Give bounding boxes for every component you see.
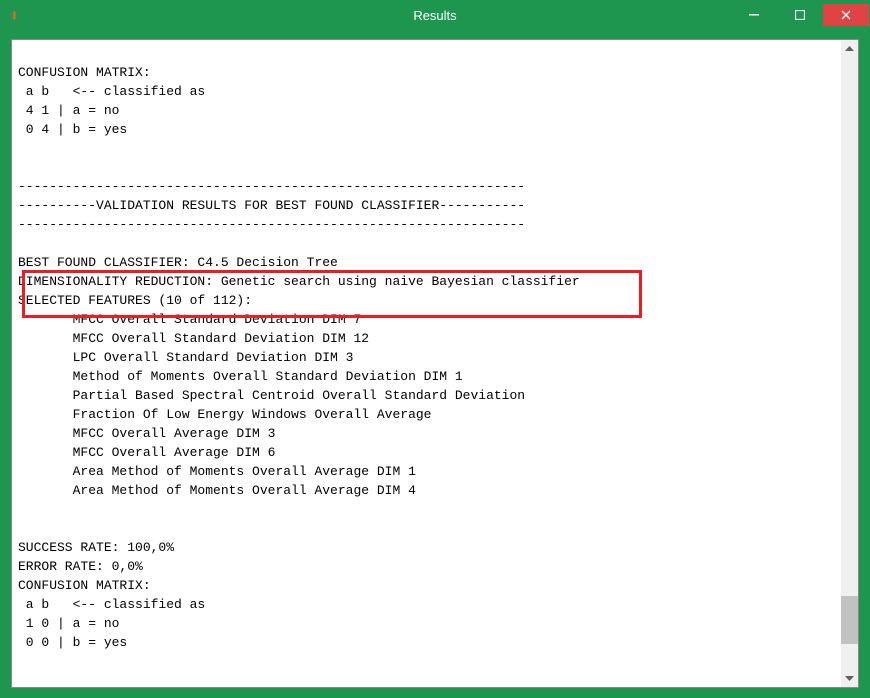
window-controls xyxy=(731,4,869,26)
maximize-button[interactable] xyxy=(777,4,823,26)
java-app-icon xyxy=(7,7,23,23)
scroll-down-button[interactable] xyxy=(841,670,858,687)
titlebar[interactable]: Results xyxy=(1,1,869,29)
scroll-up-button[interactable] xyxy=(841,40,858,57)
results-panel: CONFUSION MATRIX: a b <-- classified as … xyxy=(11,39,859,688)
scroll-track[interactable] xyxy=(841,57,858,670)
results-output: CONFUSION MATRIX: a b <-- classified as … xyxy=(18,44,835,652)
vertical-scrollbar[interactable] xyxy=(841,40,858,687)
client-area: CONFUSION MATRIX: a b <-- classified as … xyxy=(1,29,869,698)
close-button[interactable] xyxy=(823,4,869,26)
minimize-button[interactable] xyxy=(731,4,777,26)
results-text-viewport[interactable]: CONFUSION MATRIX: a b <-- classified as … xyxy=(12,40,841,687)
window-results: Results CONFUSION MATRIX: a b <-- classi… xyxy=(0,0,870,697)
scroll-thumb[interactable] xyxy=(841,596,858,644)
